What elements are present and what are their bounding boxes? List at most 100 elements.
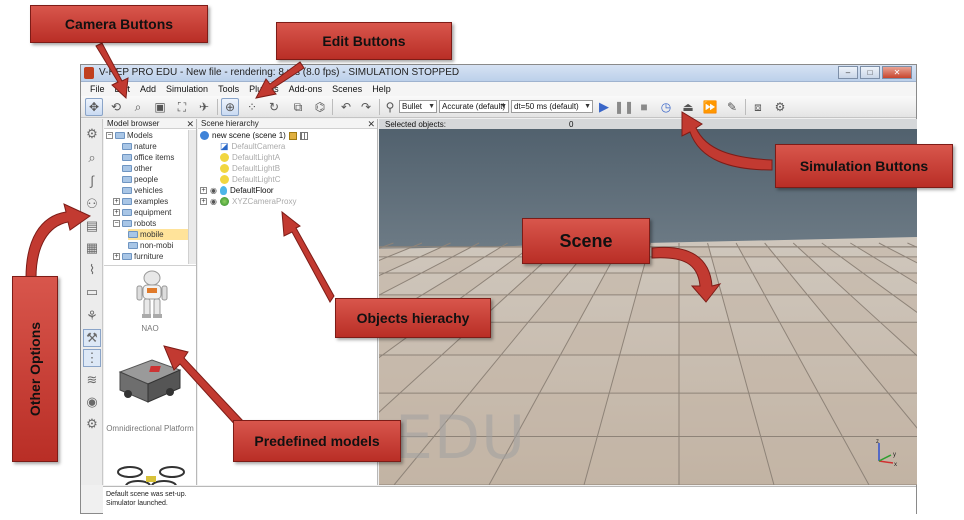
path-edit-icon[interactable]: ⌇ <box>83 261 101 279</box>
pause-icon[interactable]: ❚❚ <box>614 98 634 116</box>
expand-icon[interactable]: + <box>200 187 207 194</box>
close-button[interactable]: ✕ <box>882 66 912 79</box>
nao-robot-thumbnail[interactable] <box>132 270 172 320</box>
scene-hierarchy-toggle-icon[interactable]: ⋮ <box>83 349 101 367</box>
accuracy-select[interactable]: Accurate (default) ▼ <box>439 100 509 113</box>
user-settings-icon[interactable]: ⚙ <box>83 415 101 433</box>
floor-tile <box>584 436 679 485</box>
menu-scenes[interactable]: Scenes <box>327 82 367 96</box>
menu-tools[interactable]: Tools <box>213 82 244 96</box>
stop-icon[interactable]: ■ <box>635 98 653 116</box>
expand-icon[interactable]: + <box>113 209 120 216</box>
redo-icon[interactable]: ↷ <box>357 98 375 116</box>
tree-item[interactable]: − robots <box>113 218 156 229</box>
expand-icon[interactable]: + <box>200 198 207 205</box>
floor-tile <box>679 246 712 257</box>
menu-simulation[interactable]: Simulation <box>161 82 213 96</box>
thread-rendering-icon[interactable]: ✎ <box>723 98 741 116</box>
settings-icon[interactable]: ⚙ <box>83 125 101 143</box>
maximize-button[interactable]: □ <box>860 66 880 79</box>
assemble-icon[interactable]: ⧉ <box>289 98 307 116</box>
tree-item[interactable]: + furniture <box>113 251 163 262</box>
menu-plugins[interactable]: Plugins <box>244 82 284 96</box>
scripts-icon[interactable]: ▤ <box>83 217 101 235</box>
tree-item[interactable]: + examples <box>113 196 168 207</box>
axis-x-label: x <box>894 462 897 467</box>
tree-item[interactable]: other <box>122 163 152 174</box>
quadcopter-thumbnail[interactable] <box>116 462 186 485</box>
minimize-button[interactable]: – <box>838 66 858 79</box>
move-camera-icon[interactable]: ✥ <box>85 98 103 116</box>
dummy-object-icon <box>219 197 229 206</box>
transfer-dna-icon[interactable]: ⌬ <box>311 98 329 116</box>
collections-icon[interactable]: ⚇ <box>83 195 101 213</box>
zoom-camera-icon[interactable]: ⌕ <box>129 98 147 116</box>
dynamics-icon[interactable]: ⚲ <box>381 98 399 116</box>
callout-camera-buttons: Camera Buttons <box>30 5 208 43</box>
scene-object[interactable]: DefaultLightC <box>220 174 280 185</box>
tree-item[interactable]: + equipment <box>113 207 171 218</box>
omnidirectional-platform-thumbnail[interactable] <box>114 354 184 410</box>
shape-edit-icon[interactable]: ▦ <box>83 239 101 257</box>
real-time-icon[interactable]: ◷ <box>657 98 675 116</box>
tree-item[interactable]: nature <box>122 141 157 152</box>
tree-item[interactable]: non-mobi <box>128 240 173 251</box>
object-rotate-icon[interactable]: ↻ <box>265 98 283 116</box>
tree-item[interactable]: vehicles <box>122 185 163 196</box>
scene-object[interactable]: ◪ DefaultCamera <box>220 141 285 152</box>
slower-icon[interactable]: ⏏ <box>679 98 697 116</box>
engine-select[interactable]: Bullet ▼ <box>399 100 437 113</box>
page-selector-icon[interactable]: ⧈ <box>749 98 767 116</box>
rotate-camera-icon[interactable]: ⟲ <box>107 98 125 116</box>
scene-object[interactable]: DefaultLightB <box>220 163 280 174</box>
menu-add-ons[interactable]: Add-ons <box>284 82 328 96</box>
faster-icon[interactable]: ⏩ <box>701 98 719 116</box>
object-shift-icon[interactable]: ⁘ <box>243 98 261 116</box>
tree-item-label: examples <box>134 197 169 206</box>
engine-select-value: Bullet <box>402 102 423 111</box>
callout-other-options-text: Other Options <box>27 321 43 417</box>
scene-object-label: DefaultLightB <box>232 164 281 173</box>
tree-item-selected[interactable]: mobile <box>128 229 188 240</box>
scene-object[interactable]: + ◉ DefaultFloor <box>200 185 274 196</box>
callout-edit-buttons-text: Edit Buttons <box>322 33 406 49</box>
tree-item-label: vehicles <box>134 186 163 195</box>
camera-fit-icon[interactable]: ▣ <box>151 98 169 116</box>
model-thumbnails: NAO Omnidirectional Platform <box>104 265 196 485</box>
scene-selector-icon[interactable]: ⚙ <box>771 98 789 116</box>
magnifier-icon[interactable]: ⌕ <box>83 149 101 167</box>
tree-item[interactable]: − Models <box>106 130 153 141</box>
tree-item[interactable]: office items <box>122 152 174 163</box>
video-recorder-icon[interactable]: ◉ <box>83 393 101 411</box>
model-browser-header: Model browser ✕ <box>104 119 196 129</box>
tree-item-label: furniture <box>134 252 164 261</box>
camera-pan-icon[interactable]: ✈ <box>195 98 213 116</box>
timestep-select[interactable]: dt=50 ms (default) ▼ <box>511 100 593 113</box>
toolbar-separator <box>379 99 380 115</box>
timestep-select-value: dt=50 ms (default) <box>514 102 579 111</box>
camera-angle-icon[interactable]: ⛶ <box>173 98 191 116</box>
selection-icon[interactable]: ▭ <box>83 283 101 301</box>
menu-help[interactable]: Help <box>367 82 396 96</box>
calculation-modules-icon[interactable]: ∫ <box>83 171 101 189</box>
close-icon[interactable]: ✕ <box>186 119 194 129</box>
menu-file[interactable]: File <box>85 82 110 96</box>
tree-scrollbar[interactable] <box>188 130 196 264</box>
collapse-icon[interactable]: − <box>113 220 120 227</box>
expand-icon[interactable]: + <box>113 253 120 260</box>
click-select-icon[interactable]: ⊕ <box>221 98 239 116</box>
model-browser-toggle-icon[interactable]: ⚒ <box>83 329 101 347</box>
layers-stack-icon[interactable]: ≋ <box>83 371 101 389</box>
collapse-icon[interactable]: − <box>106 132 113 139</box>
undo-icon[interactable]: ↶ <box>337 98 355 116</box>
scene-object[interactable]: + ◉ XYZCameraProxy <box>200 196 296 207</box>
layers-icon[interactable]: ⚘ <box>83 307 101 325</box>
close-icon[interactable]: ✕ <box>367 119 375 129</box>
tree-item[interactable]: people <box>122 174 158 185</box>
menu-edit[interactable]: Edit <box>110 82 136 96</box>
menu-add[interactable]: Add <box>135 82 161 96</box>
play-icon[interactable]: ▶ <box>595 98 613 116</box>
scene-root[interactable]: new scene (scene 1) <box>200 130 308 141</box>
expand-icon[interactable]: + <box>113 198 120 205</box>
scene-object[interactable]: DefaultLightA <box>220 152 280 163</box>
